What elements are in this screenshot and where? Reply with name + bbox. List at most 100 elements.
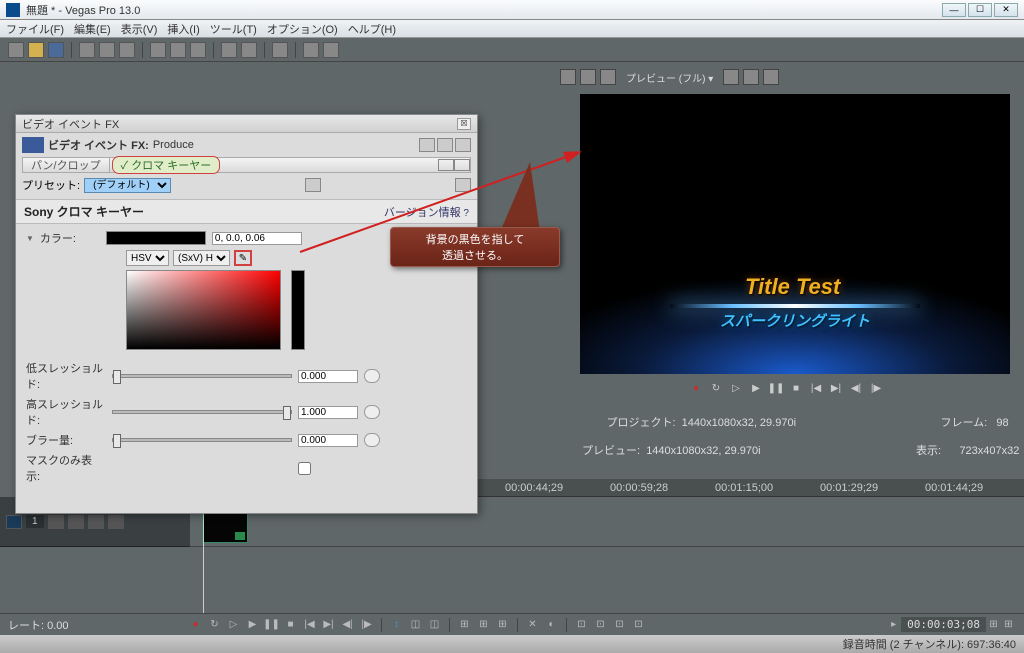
go-start-button[interactable]: |◀ (809, 381, 823, 395)
high-threshold-slider[interactable] (112, 410, 292, 414)
toolbar-button[interactable] (170, 42, 186, 58)
tab-pan-crop[interactable]: パン/クロップ (23, 157, 110, 173)
blur-slider[interactable] (112, 438, 292, 442)
record-button[interactable]: ● (188, 617, 203, 632)
menu-options[interactable]: オプション(O) (267, 21, 338, 37)
mask-only-checkbox[interactable] (298, 462, 311, 475)
go-end-button[interactable]: ▶| (321, 617, 336, 632)
pause-button[interactable]: ❚❚ (769, 381, 783, 395)
toolbar-button[interactable] (221, 42, 237, 58)
new-button[interactable] (8, 42, 24, 58)
menu-insert[interactable]: 挿入(I) (167, 21, 199, 37)
preset-save-button[interactable] (305, 178, 321, 192)
tool-button[interactable]: ⊡ (593, 617, 608, 632)
play-start-button[interactable]: ▷ (729, 381, 743, 395)
track-button[interactable] (88, 515, 104, 529)
tool-button[interactable]: ⊞ (457, 617, 472, 632)
edit-tool-button[interactable]: ↕ (389, 617, 404, 632)
play-start-button[interactable]: ▷ (226, 617, 241, 632)
toolbar-button[interactable] (323, 42, 339, 58)
next-frame-button[interactable]: |▶ (359, 617, 374, 632)
menu-edit[interactable]: 編集(E) (74, 21, 111, 37)
toolbar-button[interactable] (119, 42, 135, 58)
playhead[interactable] (203, 497, 204, 627)
menu-help[interactable]: ヘルプ(H) (348, 21, 396, 37)
prev-frame-button[interactable]: ◀| (340, 617, 355, 632)
color-axis-select[interactable]: (SxV) H (173, 250, 230, 266)
timecode-field[interactable]: 00:00:03;08 (901, 617, 986, 632)
collapse-icon[interactable]: ▼ (26, 234, 34, 243)
fx-remove-button[interactable] (454, 159, 470, 171)
toolbar-button[interactable] (303, 42, 319, 58)
version-link[interactable]: バージョン情報 ? (384, 204, 469, 220)
tool-button[interactable]: ⊡ (631, 617, 646, 632)
eyedropper-button[interactable]: ✎ (234, 250, 252, 266)
dialog-titlebar[interactable]: ビデオ イベント FX ☒ (16, 115, 477, 133)
track-button[interactable] (108, 515, 124, 529)
go-start-button[interactable]: |◀ (302, 617, 317, 632)
tool-button[interactable]: ⊞ (1001, 617, 1016, 632)
high-threshold-input[interactable] (298, 406, 358, 419)
keyframe-button[interactable] (364, 369, 380, 383)
fx-badge-icon[interactable] (235, 532, 245, 540)
tool-button[interactable]: ⊞ (495, 617, 510, 632)
record-button[interactable]: ● (689, 381, 703, 395)
save-button[interactable] (48, 42, 64, 58)
track-content[interactable] (190, 497, 1024, 627)
preview-tool-button[interactable] (723, 69, 739, 85)
track-button[interactable] (68, 515, 84, 529)
track-button[interactable] (48, 515, 64, 529)
fx-header-button[interactable] (455, 138, 471, 152)
loop-button[interactable]: ↻ (709, 381, 723, 395)
tool-button[interactable]: ⊡ (612, 617, 627, 632)
track-icon[interactable] (6, 515, 22, 529)
play-button[interactable]: ▶ (749, 381, 763, 395)
fx-header-button[interactable] (419, 138, 435, 152)
pause-button[interactable]: ❚❚ (264, 617, 279, 632)
preset-delete-button[interactable] (455, 178, 471, 192)
tool-button[interactable]: ◫ (427, 617, 442, 632)
blur-input[interactable] (298, 434, 358, 447)
toolbar-button[interactable] (150, 42, 166, 58)
toolbar-button[interactable] (272, 42, 288, 58)
preset-select[interactable]: (デフォルト) (84, 178, 171, 193)
menu-view[interactable]: 表示(V) (121, 21, 158, 37)
tool-button[interactable]: ⊞ (986, 617, 1001, 632)
prev-frame-button[interactable]: ◀| (849, 381, 863, 395)
color-swatch[interactable] (106, 231, 206, 245)
color-picker-hue[interactable] (291, 270, 305, 350)
play-button[interactable]: ▶ (245, 617, 260, 632)
fx-header-button[interactable] (437, 138, 453, 152)
tool-button[interactable]: ⊡ (574, 617, 589, 632)
keyframe-button[interactable] (364, 405, 380, 419)
preview-tool-button[interactable] (580, 69, 596, 85)
low-threshold-slider[interactable] (112, 374, 292, 378)
maximize-button[interactable]: ☐ (968, 3, 992, 17)
preview-tool-button[interactable] (560, 69, 576, 85)
go-end-button[interactable]: ▶| (829, 381, 843, 395)
fx-add-button[interactable] (438, 159, 454, 171)
preview-tool-button[interactable] (743, 69, 759, 85)
color-mode-select[interactable]: HSV (126, 250, 169, 266)
preview-tool-button[interactable] (763, 69, 779, 85)
tool-button[interactable]: ✕ (525, 617, 540, 632)
tool-button[interactable]: ◐ (544, 617, 559, 632)
toolbar-button[interactable] (190, 42, 206, 58)
keyframe-button[interactable] (364, 433, 380, 447)
tool-button[interactable]: ◫ (408, 617, 423, 632)
menu-tools[interactable]: ツール(T) (210, 21, 257, 37)
loop-button[interactable]: ↻ (207, 617, 222, 632)
close-button[interactable]: ✕ (994, 3, 1018, 17)
tool-button[interactable]: ⊞ (476, 617, 491, 632)
menu-file[interactable]: ファイル(F) (6, 21, 64, 37)
stop-button[interactable]: ■ (789, 381, 803, 395)
stop-button[interactable]: ■ (283, 617, 298, 632)
preview-tool-button[interactable] (600, 69, 616, 85)
toolbar-button[interactable] (99, 42, 115, 58)
dialog-close-button[interactable]: ☒ (457, 118, 471, 130)
toolbar-button[interactable] (79, 42, 95, 58)
next-frame-button[interactable]: |▶ (869, 381, 883, 395)
marker-icon[interactable]: ▸ (886, 617, 901, 632)
color-picker-sv[interactable] (126, 270, 281, 350)
open-button[interactable] (28, 42, 44, 58)
